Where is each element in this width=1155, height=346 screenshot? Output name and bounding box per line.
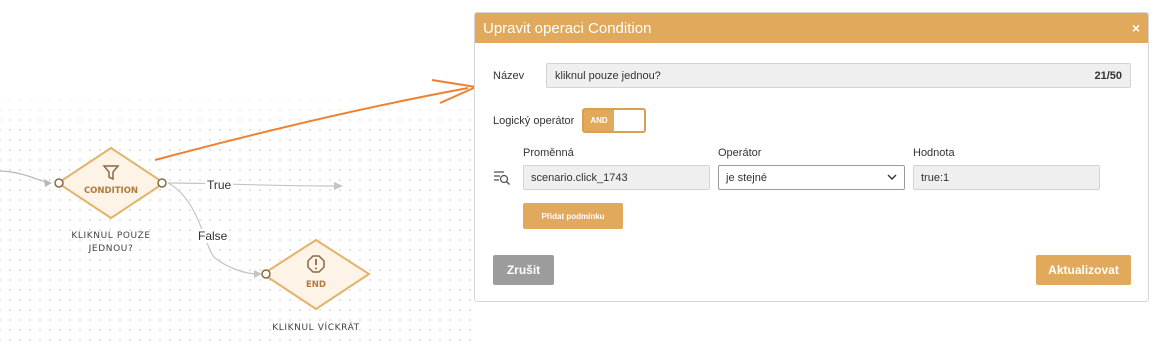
update-button[interactable]: Aktualizovat [1036, 255, 1131, 285]
modal-title: Upravit operaci Condition [483, 19, 652, 37]
true-edge-arrow [334, 182, 343, 190]
variable-input[interactable]: scenario.click_1743 [523, 165, 710, 190]
name-value: kliknul pouze jednou? [555, 69, 661, 82]
operator-select[interactable]: je stejné [718, 165, 905, 190]
true-edge-label: True [205, 178, 234, 192]
operator-column-label: Operátor [718, 147, 762, 159]
name-label: Název [493, 70, 525, 82]
end-type-label: END [306, 280, 326, 290]
end-node[interactable] [261, 238, 371, 311]
cancel-button[interactable]: Zrušit [493, 255, 554, 285]
logic-operator-value: AND [584, 110, 614, 131]
chevron-down-icon [887, 174, 897, 180]
logic-operator-label: Logický operátor [493, 115, 575, 127]
false-edge-arrow [254, 270, 262, 278]
false-edge-label: False [196, 229, 230, 243]
add-condition-button[interactable]: Přidat podmínku [523, 203, 623, 229]
filter-list-search-icon[interactable] [493, 170, 511, 186]
condition-node[interactable] [56, 146, 166, 220]
true-edge [167, 182, 337, 187]
name-char-count: 21/50 [1094, 69, 1122, 82]
condition-node-name: KLIKNUL POUZE JEDNOU? [71, 231, 151, 254]
condition-type-label: CONDITION [84, 186, 138, 196]
incoming-edge [0, 170, 51, 184]
end-node-name: KLIKNUL VÍCKRÁT [272, 323, 360, 333]
close-icon[interactable]: × [1132, 20, 1140, 36]
value-input[interactable]: true:1 [913, 165, 1100, 190]
end-input-port [261, 269, 271, 279]
variable-column-label: Proměnná [523, 147, 574, 159]
modal-header: Upravit operaci Condition × [475, 13, 1148, 43]
value-column-label: Hodnota [913, 147, 955, 159]
name-input[interactable]: kliknul pouze jednou? 21/50 [546, 63, 1131, 88]
condition-input-port [54, 178, 64, 188]
operator-select-value: je stejné [726, 171, 767, 184]
incoming-edge-arrow [44, 179, 52, 187]
edit-condition-modal: Upravit operaci Condition × Název kliknu… [474, 12, 1149, 302]
condition-output-port [157, 178, 167, 188]
logic-operator-toggle[interactable]: AND [582, 108, 646, 133]
annotation-arrow [154, 87, 469, 161]
